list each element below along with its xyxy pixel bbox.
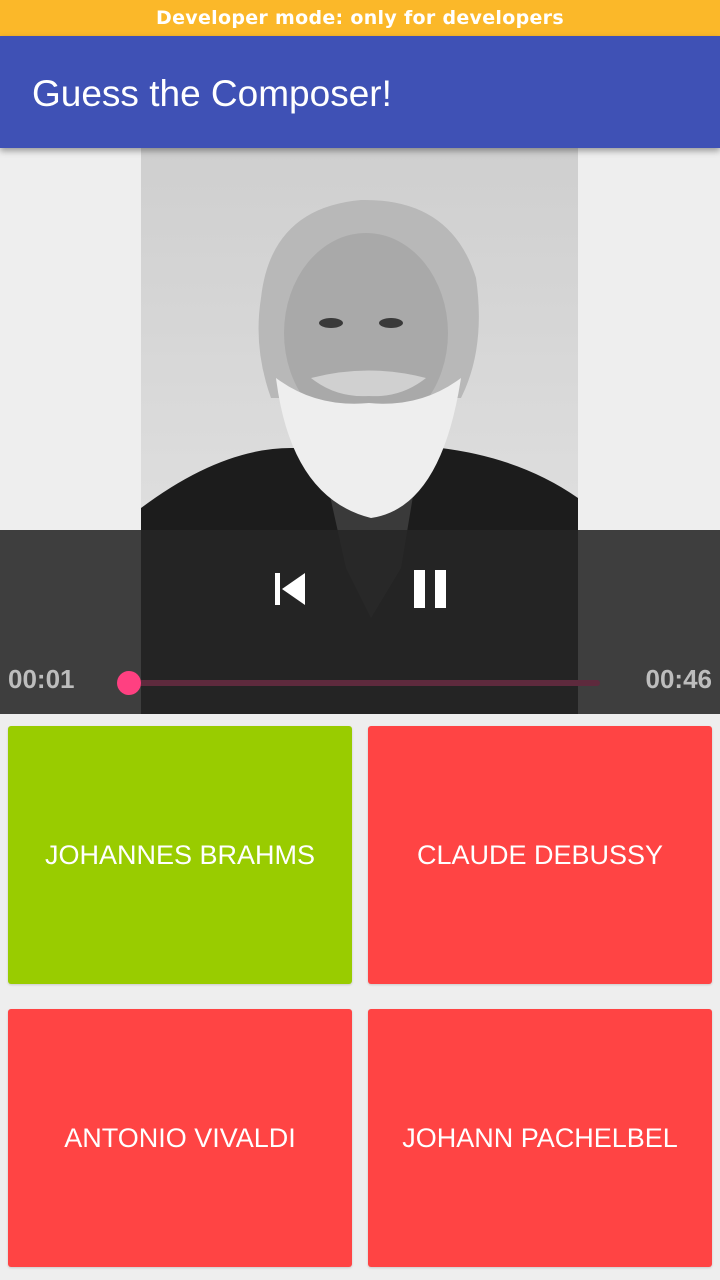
answer-button-vivaldi[interactable]: ANTONIO VIVALDI [8,1009,352,1267]
seek-bar[interactable] [117,671,600,695]
answer-button-pachelbel[interactable]: JOHANN PACHELBEL [368,1009,712,1267]
seek-thumb[interactable] [117,671,141,695]
media-area: 00:01 00:46 [0,148,720,714]
pause-icon [413,569,447,613]
answer-button-brahms[interactable]: JOHANNES BRAHMS [8,726,352,984]
answer-label: CLAUDE DEBUSSY [416,839,664,870]
app-title: Guess the Composer! [32,73,392,114]
app-bar: Guess the Composer! [0,36,720,148]
answer-label: JOHANNES BRAHMS [44,839,316,870]
skip-previous-icon [271,571,307,612]
answer-button-debussy[interactable]: CLAUDE DEBUSSY [368,726,712,984]
media-controls: 00:01 00:46 [0,530,720,714]
skip-previous-button[interactable] [268,570,310,612]
pause-button[interactable] [408,569,452,613]
answer-label: ANTONIO VIVALDI [64,1122,296,1153]
current-time: 00:01 [8,664,75,694]
developer-mode-banner: Developer mode: only for developers [0,0,720,36]
duration-time: 00:46 [645,664,713,694]
answer-label: JOHANN PACHELBEL [402,1122,678,1153]
